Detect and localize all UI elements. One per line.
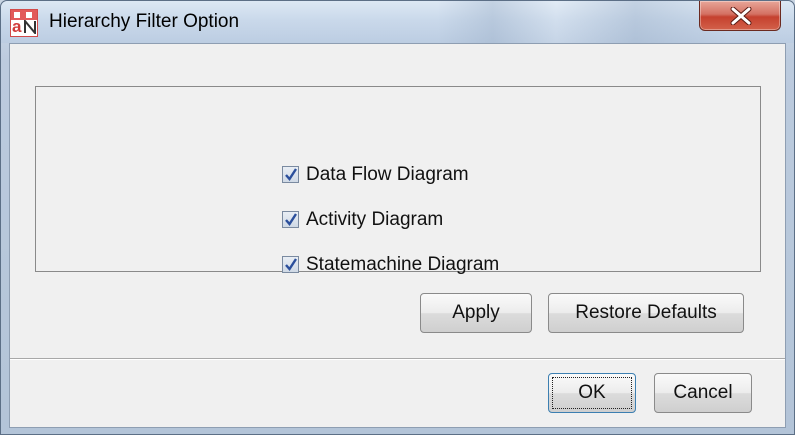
app-icon: a xyxy=(10,9,38,37)
filter-group: Data Flow Diagram Activity Diagram State… xyxy=(35,86,761,275)
close-icon xyxy=(730,7,752,25)
apply-button[interactable]: Apply xyxy=(420,293,532,333)
checkmark-icon xyxy=(285,213,297,226)
ok-button[interactable]: OK xyxy=(548,373,636,413)
cancel-button[interactable]: Cancel xyxy=(654,373,752,413)
close-button[interactable] xyxy=(699,1,781,31)
checkbox-label: Data Flow Diagram xyxy=(306,164,469,185)
checkmark-icon xyxy=(285,258,297,271)
checkbox[interactable] xyxy=(282,211,299,228)
checkbox[interactable] xyxy=(282,256,299,273)
restore-defaults-button[interactable]: Restore Defaults xyxy=(548,293,744,333)
dialog-body: Data Flow Diagram Activity Diagram State… xyxy=(9,43,786,428)
dialog-window: a Hierarchy Filter Option Data Flow Diag… xyxy=(0,0,795,435)
checkmark-icon xyxy=(285,168,297,181)
checkbox-label: Activity Diagram xyxy=(306,209,444,230)
title-bar[interactable]: a Hierarchy Filter Option xyxy=(1,1,794,43)
focus-rectangle xyxy=(552,377,632,409)
window-title: Hierarchy Filter Option xyxy=(49,11,240,32)
checkbox[interactable] xyxy=(282,166,299,183)
checkbox-label: Statemachine Diagram xyxy=(306,254,500,275)
